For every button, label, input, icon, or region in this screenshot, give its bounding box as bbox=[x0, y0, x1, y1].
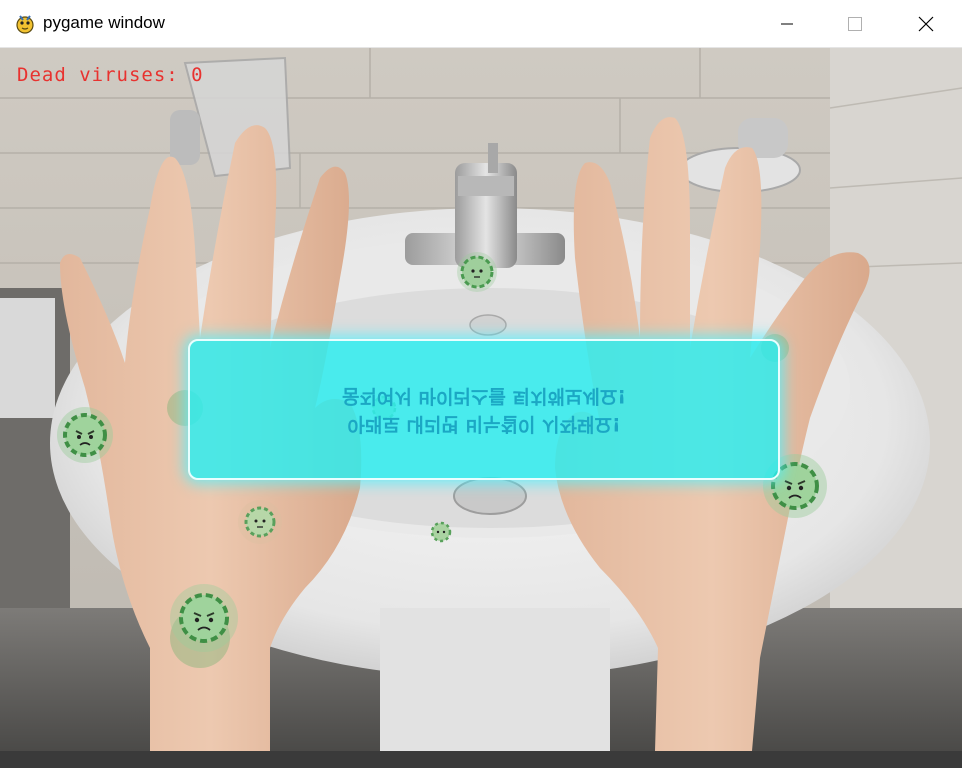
minimize-icon bbox=[781, 23, 793, 24]
instruction-banner: 움직여서 바이러스를 퇴치해보세요! 아래로 내리면 비누칠이 시작돼요! bbox=[188, 339, 780, 480]
close-icon bbox=[918, 16, 934, 31]
instruction-line-1: 움직여서 바이러스를 퇴치해보세요! bbox=[341, 384, 627, 407]
pygame-snake-icon bbox=[16, 15, 34, 34]
close-button[interactable] bbox=[903, 0, 949, 47]
virus-left-hand-upper bbox=[57, 407, 113, 463]
dead-viruses-counter: Dead viruses: 0 bbox=[17, 64, 204, 86]
virus-left-wrist bbox=[170, 584, 238, 652]
maximize-icon bbox=[848, 16, 862, 31]
title-bar: pygame window bbox=[0, 0, 962, 48]
maximize-button[interactable] bbox=[832, 0, 878, 47]
virus-center-tiny bbox=[430, 521, 452, 543]
minimize-button[interactable] bbox=[764, 0, 810, 47]
virus-faucet bbox=[457, 252, 497, 292]
window-title: pygame window bbox=[43, 13, 165, 32]
window-bottom-edge bbox=[0, 751, 962, 768]
virus-left-palm bbox=[238, 500, 282, 544]
instruction-line-2: 아래로 내리면 비누칠이 시작돼요! bbox=[347, 412, 621, 435]
